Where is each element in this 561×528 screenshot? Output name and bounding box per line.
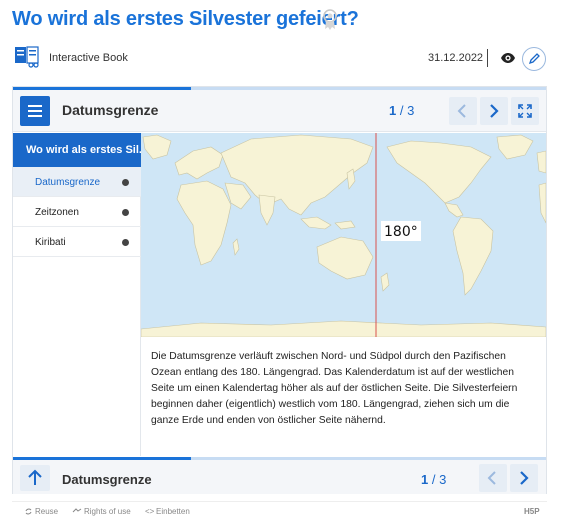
previous-page-button[interactable] <box>449 97 477 125</box>
sidebar-heading[interactable]: Wo wird als erstes Sil... <box>13 133 141 167</box>
book-header: Datumsgrenze 1 / 3 <box>13 90 546 132</box>
hamburger-icon <box>28 105 42 117</box>
footer-chapter-title: Datumsgrenze <box>62 472 152 487</box>
chevron-left-icon <box>457 104 466 118</box>
embed-icon: <> <box>145 507 155 516</box>
sidebar-item-label: Zeitzonen <box>35 207 79 218</box>
rights-of-use-link[interactable]: Rights of use <box>84 507 131 516</box>
page-counter: 1 / 3 <box>389 103 414 118</box>
next-page-button[interactable] <box>480 97 508 125</box>
sidebar-item-label: Kiribati <box>35 237 66 248</box>
world-map-image: 180° <box>141 133 546 337</box>
arrow-up-icon <box>28 469 42 485</box>
chevron-right-icon <box>520 471 529 485</box>
page-title: Wo wird als erstes Silvester gefeiert? <box>12 8 359 30</box>
content-type-label: Interactive Book <box>49 52 128 64</box>
fullscreen-button[interactable] <box>511 97 539 125</box>
page-content: 180° Die Datumsgrenze verläuft zwischen … <box>141 133 546 456</box>
chevron-left-icon <box>487 471 496 485</box>
eye-icon[interactable] <box>500 50 516 66</box>
status-dot <box>122 239 129 246</box>
footer-previous-button[interactable] <box>479 464 507 492</box>
footer-page-total: 3 <box>439 472 447 487</box>
sidebar-item-label: Datumsgrenze <box>35 177 101 188</box>
footer-next-button[interactable] <box>510 464 538 492</box>
meta-row: Interactive Book 31.12.2022 <box>14 46 548 72</box>
date-label: 31.12.2022 <box>428 52 484 64</box>
reuse-link[interactable]: Reuse <box>35 507 58 516</box>
footer-page-counter: 1 / 3 <box>421 472 446 487</box>
map-label-180: 180° <box>384 224 418 240</box>
interactive-book: Datumsgrenze 1 / 3 Wo wird als erstes Si… <box>12 86 547 494</box>
sidebar-item-datumsgrenze[interactable]: Datumsgrenze <box>13 167 141 197</box>
status-dot <box>122 179 129 186</box>
chapter-title: Datumsgrenze <box>62 102 159 118</box>
body-text: Die Datumsgrenze verläuft zwischen Nord-… <box>151 351 518 426</box>
page-total: 3 <box>407 103 415 118</box>
edit-button[interactable] <box>522 47 546 71</box>
menu-button[interactable] <box>20 96 50 126</box>
status-dot <box>122 209 129 216</box>
interactive-book-icon <box>15 46 39 68</box>
pencil-icon <box>528 53 540 65</box>
sidebar-item-kiribati[interactable]: Kiribati <box>13 227 141 257</box>
h5p-action-bar: Reuse Rights of use <> Einbetten H5P <box>12 501 547 519</box>
book-footer: Datumsgrenze 1 / 3 <box>13 460 546 494</box>
divider <box>487 49 488 67</box>
handshake-icon <box>72 508 82 513</box>
sidebar-item-zeitzonen[interactable]: Zeitzonen <box>13 197 141 227</box>
chapter-sidebar: Wo wird als erstes Sil... Datumsgrenze Z… <box>13 133 141 456</box>
footer-page-separator: / <box>428 472 440 487</box>
award-badge-icon <box>323 9 337 30</box>
chevron-right-icon <box>490 104 499 118</box>
scroll-to-top-button[interactable] <box>20 465 50 491</box>
h5p-logo[interactable]: H5P <box>524 507 540 516</box>
page-separator: / <box>396 103 408 118</box>
fullscreen-icon <box>518 104 532 118</box>
reuse-icon <box>25 508 32 515</box>
embed-link[interactable]: Einbetten <box>156 507 190 516</box>
